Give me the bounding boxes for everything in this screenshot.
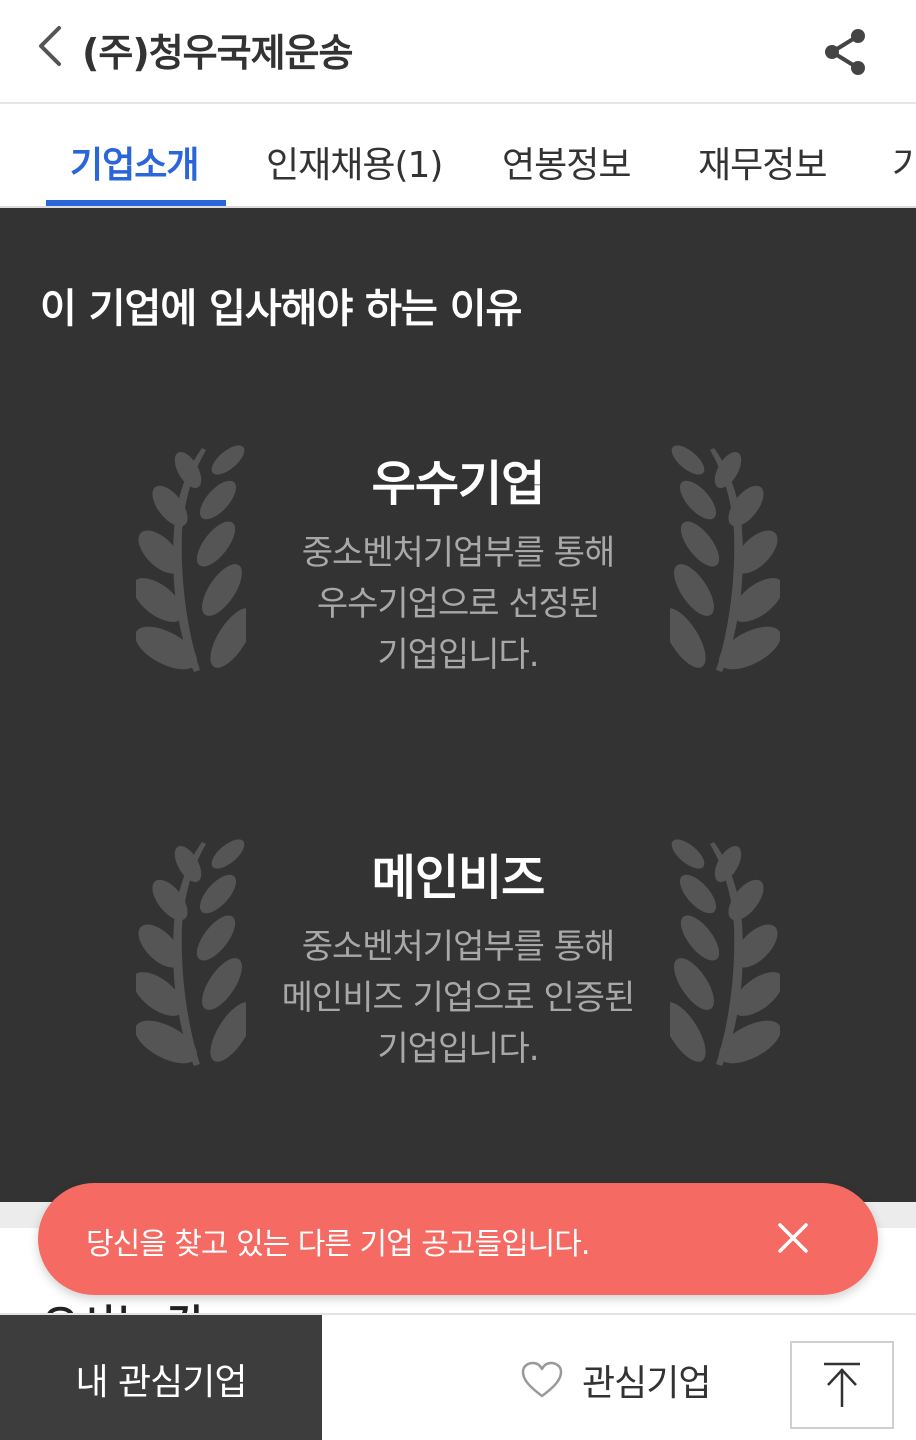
award-description: 중소벤처기업부를 통해 우수기업으로 선정된 기업입니다. bbox=[301, 533, 616, 675]
add-favorite-button[interactable]: 관심기업 bbox=[520, 1345, 711, 1415]
award-title: 메인비즈 bbox=[371, 850, 546, 906]
award-card: 메인비즈 중소벤처기업부를 통해 메인비즈 기업으로 인증된 기업입니다. bbox=[0, 830, 916, 1090]
scroll-to-top-button[interactable] bbox=[790, 1341, 894, 1429]
favorite-label: 관심기업 bbox=[582, 1363, 711, 1404]
share-button[interactable] bbox=[816, 22, 876, 82]
active-tab-indicator bbox=[46, 200, 226, 206]
tab-more[interactable]: 기 bbox=[892, 136, 916, 188]
chevron-left-icon bbox=[39, 26, 61, 66]
award-title: 우수기업 bbox=[371, 456, 546, 512]
tab-company-intro[interactable]: 기업소개 bbox=[70, 136, 199, 188]
tab-finance[interactable]: 재무정보 bbox=[698, 136, 827, 188]
tab-salary[interactable]: 연봉정보 bbox=[502, 136, 631, 188]
why-join-section: 이 기업에 입사해야 하는 이유 우수기업 중소벤처기업부를 통해 우수기업으로… bbox=[0, 208, 916, 1202]
tab-recruitment[interactable]: 인재채용(1) bbox=[266, 136, 443, 188]
award-card: 우수기업 중소벤처기업부를 통해 우수기업으로 선정된 기업입니다. bbox=[0, 436, 916, 696]
arrow-up-to-top-icon bbox=[824, 1362, 860, 1407]
close-icon bbox=[778, 1223, 808, 1253]
recommendation-toast[interactable]: 당신을 찾고 있는 다른 기업 공고들입니다. bbox=[38, 1183, 878, 1295]
toast-message: 당신을 찾고 있는 다른 기업 공고들입니다. bbox=[86, 1227, 590, 1262]
award-description: 중소벤처기업부를 통해 메인비즈 기업으로 인증된 기업입니다. bbox=[281, 927, 636, 1069]
section-title: 이 기업에 입사해야 하는 이유 bbox=[40, 286, 522, 332]
company-title: (주)청우국제운송 bbox=[82, 31, 353, 75]
toast-close-button[interactable] bbox=[768, 1213, 818, 1263]
heart-outline-icon bbox=[521, 1361, 563, 1398]
share-icon bbox=[825, 29, 865, 75]
app-header: (주)청우국제운송 bbox=[0, 0, 916, 104]
my-favorite-companies-button[interactable]: 내 관심기업 bbox=[0, 1315, 322, 1440]
back-button[interactable] bbox=[28, 20, 72, 72]
company-tabs: 기업소개 인재채용(1) 연봉정보 재무정보 기 bbox=[0, 106, 916, 208]
bottom-action-bar: 내 관심기업 관심기업 bbox=[0, 1313, 916, 1440]
